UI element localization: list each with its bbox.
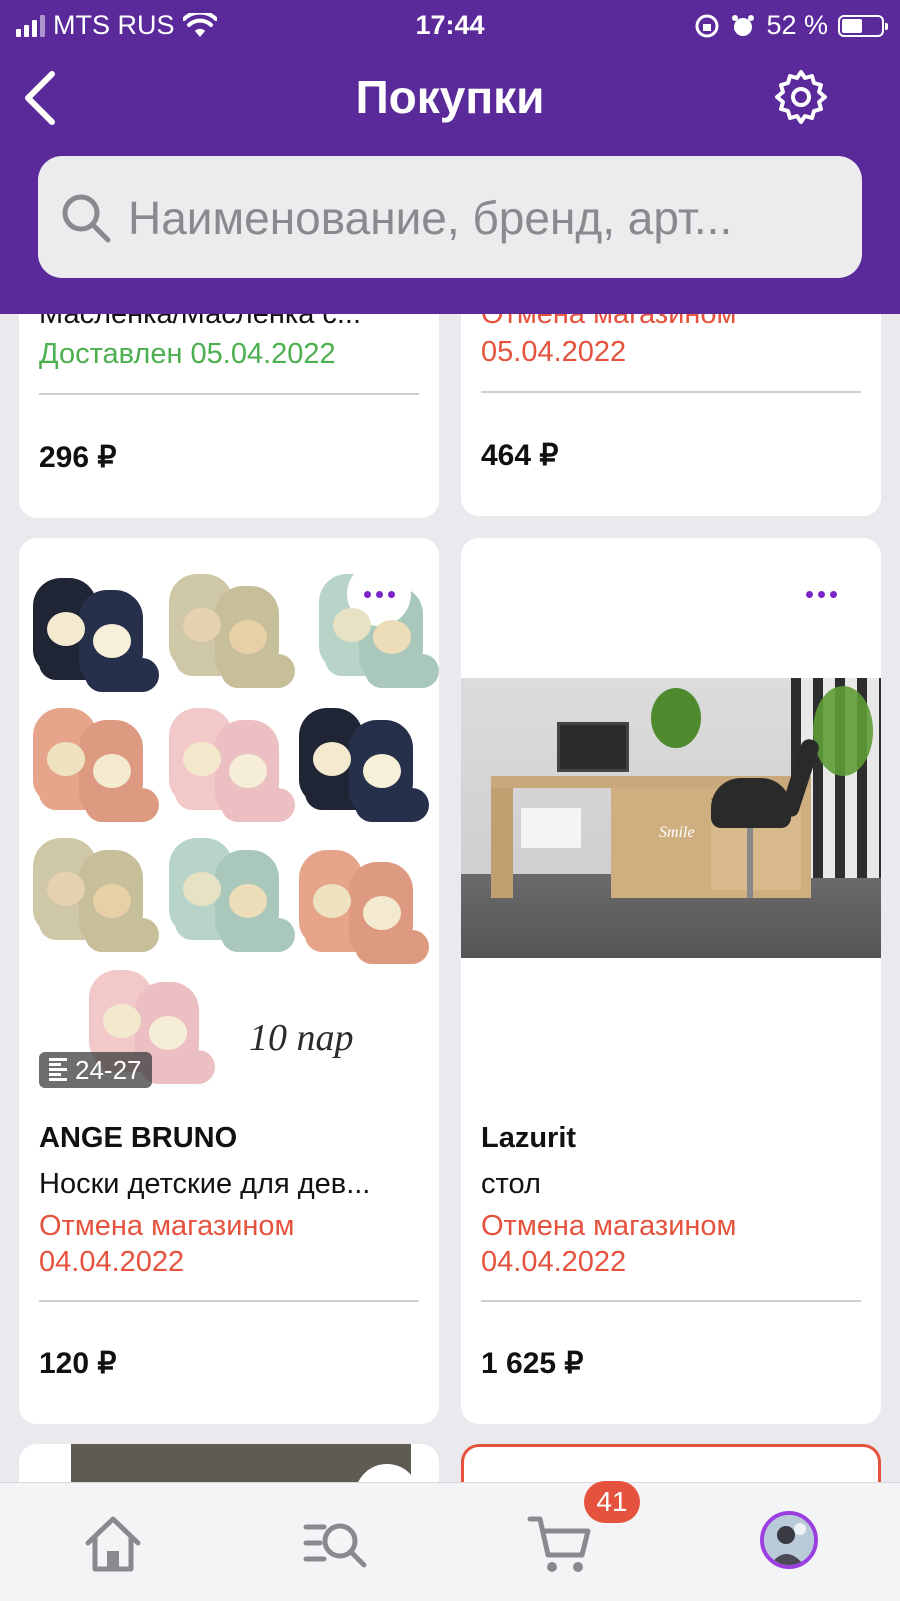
order-status: Доставлен 05.04.2022: [39, 338, 336, 370]
search-icon: [62, 194, 111, 243]
sock-illustration: [215, 586, 295, 688]
battery-fill: [842, 18, 862, 33]
home-icon: [85, 1516, 141, 1572]
sock-illustration: [215, 850, 295, 952]
more-options-button[interactable]: [789, 562, 853, 626]
size-label: 24-27: [75, 1054, 142, 1085]
tab-cart[interactable]: [526, 1509, 596, 1579]
ruler-icon: [49, 1058, 67, 1081]
catalog-search-icon: [303, 1523, 367, 1568]
divider: [39, 1300, 419, 1302]
product-name: стол: [481, 1168, 541, 1200]
sock-illustration: [349, 720, 429, 822]
page-title: Покупки: [355, 71, 545, 123]
product-brand: ANGE BRUNO: [39, 1122, 238, 1154]
price: 296 ₽: [39, 441, 117, 474]
status-right: 52 %: [694, 10, 888, 41]
avatar-icon: [764, 1515, 814, 1565]
order-date: 04.04.2022: [39, 1246, 185, 1278]
desk-photo: Smile: [461, 678, 881, 958]
search-input[interactable]: [126, 180, 850, 256]
order-status: Отмена магазином: [39, 1210, 295, 1242]
cart-icon: [527, 1516, 591, 1572]
app-header: MTS RUS 17:44 52 % Покупки Наименование,…: [0, 0, 900, 314]
battery-icon: [838, 14, 888, 37]
size-badge: 24-27: [39, 1052, 152, 1088]
sock-illustration: [79, 590, 159, 692]
gear-icon: [775, 70, 827, 124]
sock-illustration: [79, 720, 159, 822]
order-status: Отмена магазином: [481, 1210, 737, 1242]
cart-count-badge: 41: [584, 1481, 640, 1523]
divider: [39, 393, 419, 395]
divider: [481, 1300, 861, 1302]
sock-illustration: [79, 850, 159, 952]
product-brand: Lazurit: [481, 1122, 577, 1154]
search-bar[interactable]: [38, 156, 862, 278]
sock-illustration: [349, 862, 429, 964]
image-caption: Smile: [659, 824, 695, 841]
order-date: 05.04.2022: [481, 336, 627, 368]
order-card[interactable]: 10 пар 24-27 ANGE BRUNO Носки детские дл…: [19, 538, 439, 1424]
tab-catalog-search[interactable]: [302, 1509, 372, 1579]
order-card[interactable]: Smile Lazurit стол Отмена магазином 04.0…: [461, 538, 881, 1424]
product-name: Носки детские для дев...: [39, 1168, 371, 1200]
settings-button[interactable]: [772, 68, 830, 126]
price: 464 ₽: [481, 439, 559, 472]
order-date: 04.04.2022: [481, 1246, 627, 1278]
status-bar: MTS RUS 17:44 52 %: [0, 0, 900, 52]
tab-bar: 41: [0, 1481, 900, 1601]
tab-profile-avatar[interactable]: [760, 1511, 818, 1569]
sock-illustration: [215, 720, 295, 822]
divider: [481, 391, 861, 393]
alarm-icon: [732, 14, 755, 36]
price: 1 625 ₽: [481, 1347, 584, 1380]
nav-bar: Покупки: [0, 60, 900, 140]
image-caption: 10 пар: [249, 1017, 354, 1059]
battery-percent: 52 %: [766, 10, 828, 40]
tab-home[interactable]: [78, 1509, 148, 1579]
price: 120 ₽: [39, 1347, 117, 1380]
rotation-lock-icon: [695, 14, 719, 37]
